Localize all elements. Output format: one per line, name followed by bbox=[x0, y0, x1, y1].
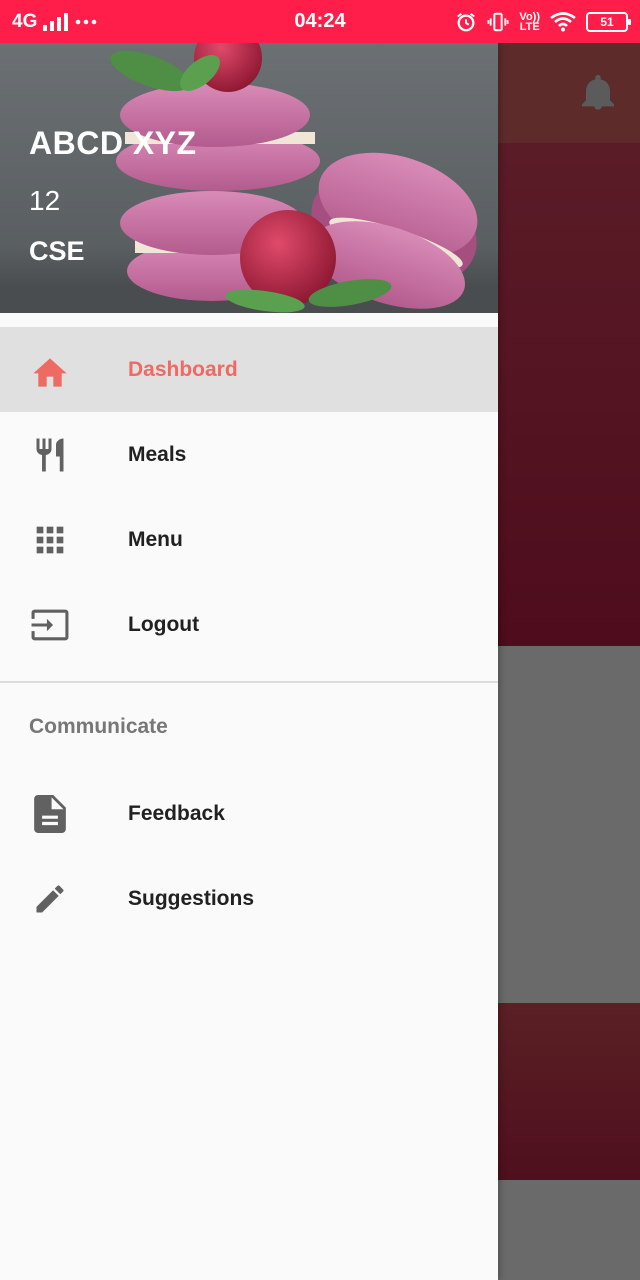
user-number: 12 bbox=[29, 185, 61, 216]
section-title-communicate: Communicate bbox=[29, 715, 168, 738]
logout-icon bbox=[30, 605, 70, 645]
apps-grid-icon bbox=[30, 520, 70, 560]
alarm-icon bbox=[457, 12, 476, 31]
status-left: 4G bbox=[12, 11, 97, 33]
pencil-icon bbox=[30, 879, 70, 919]
drawer-item-label: Meals bbox=[128, 442, 187, 466]
wifi-icon bbox=[550, 11, 576, 31]
more-dots-icon bbox=[76, 19, 97, 24]
bell-icon[interactable] bbox=[582, 75, 614, 111]
drawer-header: ABCD XYZ 12 CSE bbox=[0, 43, 498, 313]
battery-indicator: 51 bbox=[586, 11, 631, 32]
drawer-item-menu[interactable]: Menu bbox=[0, 497, 498, 582]
vibrate-icon bbox=[487, 12, 509, 31]
network-type: 4G bbox=[12, 10, 38, 32]
navigation-drawer: ABCD XYZ 12 CSE Dashboard Meals Menu Log… bbox=[0, 43, 498, 1280]
status-bar: 4G 04:24 Vo)) LTE 51 bbox=[0, 0, 640, 43]
status-right: Vo)) LTE 51 bbox=[455, 10, 631, 33]
macarons-header-image bbox=[0, 43, 498, 313]
drawer-item-logout[interactable]: Logout bbox=[0, 582, 498, 667]
drawer-menu: Dashboard Meals Menu Logout Communicate … bbox=[0, 327, 498, 941]
volte-indicator: Vo)) LTE bbox=[519, 10, 540, 33]
drawer-item-label: Menu bbox=[128, 527, 183, 551]
document-icon bbox=[30, 794, 70, 834]
home-icon bbox=[30, 350, 70, 390]
drawer-item-label: Feedback bbox=[128, 801, 225, 825]
drawer-item-label: Dashboard bbox=[128, 357, 238, 381]
drawer-item-meals[interactable]: Meals bbox=[0, 412, 498, 497]
restaurant-icon bbox=[30, 435, 70, 475]
drawer-item-label: Logout bbox=[128, 612, 200, 636]
user-department: CSE bbox=[29, 236, 85, 266]
drawer-item-label: Suggestions bbox=[128, 886, 255, 910]
drawer-item-suggestions[interactable]: Suggestions bbox=[0, 856, 498, 941]
user-name: ABCD XYZ bbox=[29, 125, 197, 161]
drawer-item-dashboard[interactable]: Dashboard bbox=[0, 327, 498, 412]
drawer-item-feedback[interactable]: Feedback bbox=[0, 771, 498, 856]
signal-icon bbox=[43, 12, 69, 31]
